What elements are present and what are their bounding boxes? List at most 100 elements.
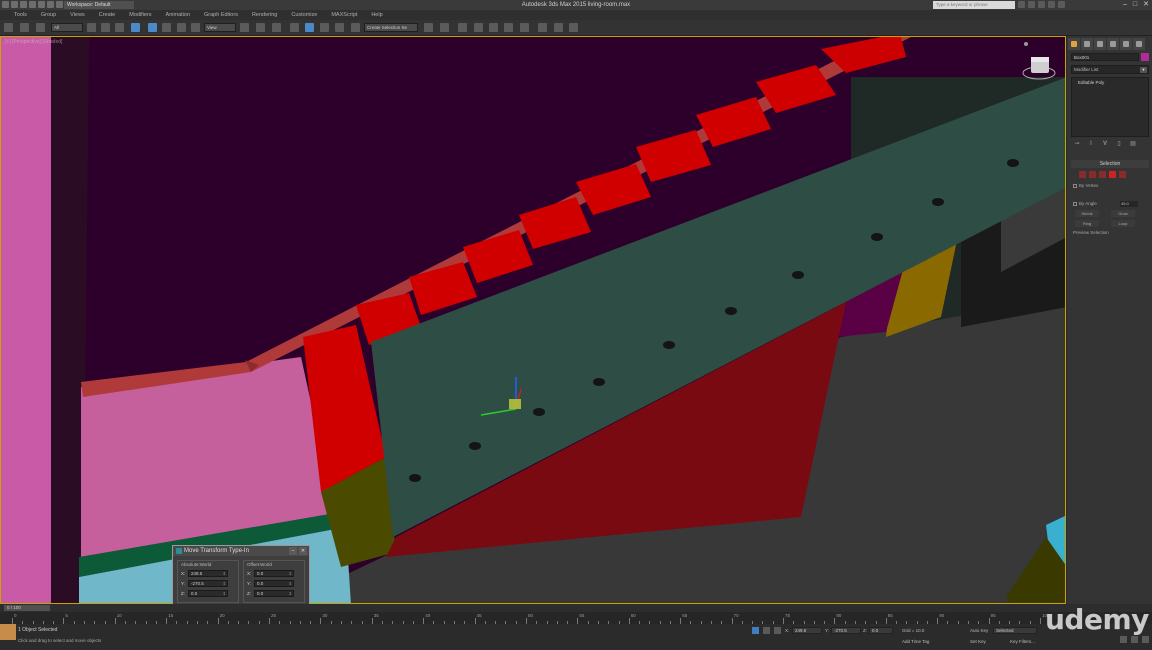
scene-explorer-icon[interactable] <box>458 23 467 32</box>
named-selection-dropdown[interactable]: Create Selection Se <box>364 23 418 32</box>
reference-coord-dropdown[interactable]: View <box>204 23 236 32</box>
orbit-icon[interactable] <box>1131 636 1138 643</box>
absolute-y-field[interactable]: -270.5 ⇕ <box>188 580 228 587</box>
dialog-title-bar[interactable]: Move Transform Type-In – ✕ <box>173 546 309 556</box>
configure-sets-icon[interactable]: ▤ <box>1129 140 1137 148</box>
subscription-icon[interactable] <box>1028 1 1035 8</box>
link-icon[interactable] <box>36 23 45 32</box>
angle-snap-icon[interactable] <box>305 23 314 32</box>
auto-key-label[interactable]: Auto Key <box>970 627 988 634</box>
tab-modify[interactable] <box>1081 38 1093 50</box>
search-icon[interactable] <box>1018 1 1025 8</box>
select-by-name-icon[interactable] <box>101 23 110 32</box>
pin-stack-icon[interactable]: ⊸ <box>1073 140 1081 148</box>
align-icon[interactable] <box>440 23 449 32</box>
absolute-x-field[interactable]: 249.5 ⇕ <box>188 570 228 577</box>
absolute-z-field[interactable]: 0.0 ⇕ <box>188 590 228 597</box>
menu-modifiers[interactable]: Modifiers <box>129 12 151 18</box>
border-icon[interactable] <box>1099 171 1106 178</box>
maxscript-listener-icon[interactable] <box>0 624 16 640</box>
selection-rollout-header[interactable]: Selection <box>1071 160 1149 168</box>
window-crossing-icon[interactable] <box>131 23 140 32</box>
tab-hierarchy[interactable] <box>1094 38 1106 50</box>
loop-button[interactable]: Loop <box>1111 220 1135 227</box>
menu-customize[interactable]: Customize <box>291 12 317 18</box>
menu-help[interactable]: Help <box>371 12 382 18</box>
element-icon[interactable] <box>1119 171 1126 178</box>
select-object-icon[interactable] <box>87 23 96 32</box>
tab-utilities[interactable] <box>1133 38 1145 50</box>
make-unique-icon[interactable]: ∀ <box>1101 140 1109 148</box>
ring-button[interactable]: Ring <box>1075 220 1099 227</box>
absolute-mode-icon[interactable] <box>774 627 781 634</box>
render-frame-icon[interactable] <box>569 23 578 32</box>
grow-button[interactable]: Grow <box>1111 210 1135 217</box>
pivot-center-icon[interactable] <box>240 23 249 32</box>
y-coord-field[interactable]: -270.5 <box>831 627 861 634</box>
by-angle-checkbox[interactable]: By Angle <box>1073 201 1097 206</box>
menu-maxscript[interactable]: MAXScript <box>331 12 357 18</box>
isolate-selection-icon[interactable] <box>752 627 759 634</box>
spinner-arrows-icon[interactable]: ⇕ <box>223 581 226 587</box>
modifier-stack[interactable]: Editable Poly <box>1071 77 1149 137</box>
tab-motion[interactable] <box>1107 38 1119 50</box>
percent-snap-icon[interactable] <box>320 23 329 32</box>
viewport-label[interactable]: [+] [Perspective] [Shaded] <box>5 39 62 45</box>
spinner-arrows-icon[interactable]: ⇕ <box>289 581 292 587</box>
menu-tools[interactable]: Tools <box>14 12 27 18</box>
maximize-button[interactable]: □ <box>1133 0 1137 10</box>
stack-item-editable-poly[interactable]: Editable Poly <box>1072 78 1148 85</box>
menu-graph-editors[interactable]: Graph Editors <box>204 12 238 18</box>
show-end-result-icon[interactable]: I <box>1087 140 1095 148</box>
select-place-icon[interactable] <box>191 23 200 32</box>
minimize-button[interactable]: – <box>289 547 297 555</box>
select-rotate-icon[interactable] <box>162 23 171 32</box>
spinner-arrows-icon[interactable]: ⇕ <box>223 571 226 577</box>
zoom-icon[interactable] <box>1120 636 1127 643</box>
menu-group[interactable]: Group <box>41 12 56 18</box>
angle-spinner[interactable]: 45.0 <box>1120 201 1138 207</box>
object-color-swatch[interactable] <box>1141 53 1149 61</box>
maximize-viewport-icon[interactable] <box>1142 636 1149 643</box>
tab-display[interactable] <box>1120 38 1132 50</box>
remove-modifier-icon[interactable]: ▯ <box>1115 140 1123 148</box>
undo-icon[interactable] <box>4 23 13 32</box>
add-time-tag[interactable]: Add Time Tag <box>902 638 929 645</box>
modifier-list-dropdown[interactable]: Modifier List ▼ <box>1071 65 1149 74</box>
shrink-button[interactable]: Shrink <box>1075 210 1099 217</box>
schematic-view-icon[interactable] <box>520 23 529 32</box>
lock-selection-icon[interactable] <box>763 627 770 634</box>
manipulate-icon[interactable] <box>256 23 265 32</box>
close-button[interactable]: ✕ <box>1143 0 1149 10</box>
layer-explorer-icon[interactable] <box>474 23 483 32</box>
search-input[interactable]: Type a keyword or phrase <box>933 1 1015 9</box>
redo-icon[interactable] <box>20 23 29 32</box>
menu-create[interactable]: Create <box>99 12 116 18</box>
offset-z-field[interactable]: 0.0 ⇕ <box>254 590 294 597</box>
communication-icon[interactable] <box>1038 1 1045 8</box>
spinner-arrows-icon[interactable]: ⇕ <box>289 591 292 597</box>
minimize-button[interactable]: – <box>1123 0 1127 10</box>
snaps-toggle-icon[interactable] <box>290 23 299 32</box>
menu-rendering[interactable]: Rendering <box>252 12 277 18</box>
selection-filter-dropdown[interactable]: All <box>51 23 83 32</box>
track-bar[interactable]: 0 5 10 15 20 25 30 35 40 45 50 55 60 65 70 75 80 85 90 95 10… <box>0 612 1152 624</box>
tab-create[interactable] <box>1068 38 1080 50</box>
select-scale-icon[interactable] <box>177 23 186 32</box>
close-button[interactable]: ✕ <box>299 547 307 555</box>
help-icon[interactable] <box>1058 1 1065 8</box>
spinner-arrows-icon[interactable]: ⇕ <box>289 571 292 577</box>
time-slider[interactable]: 0 / 100 <box>0 604 1152 612</box>
z-coord-field[interactable]: 0.0 <box>869 627 893 634</box>
x-coord-field[interactable]: 249.5 <box>792 627 822 634</box>
render-setup-icon[interactable] <box>554 23 563 32</box>
set-key-label[interactable]: Set Key <box>970 638 986 645</box>
menu-views[interactable]: Views <box>70 12 85 18</box>
time-slider-thumb[interactable]: 0 / 100 <box>4 605 50 611</box>
material-editor-icon[interactable] <box>538 23 547 32</box>
curve-editor-icon[interactable] <box>504 23 513 32</box>
edge-icon[interactable] <box>1089 171 1096 178</box>
offset-y-field[interactable]: 0.0 ⇕ <box>254 580 294 587</box>
key-selection-dropdown[interactable]: Selected <box>993 627 1037 634</box>
rect-selection-icon[interactable] <box>115 23 124 32</box>
